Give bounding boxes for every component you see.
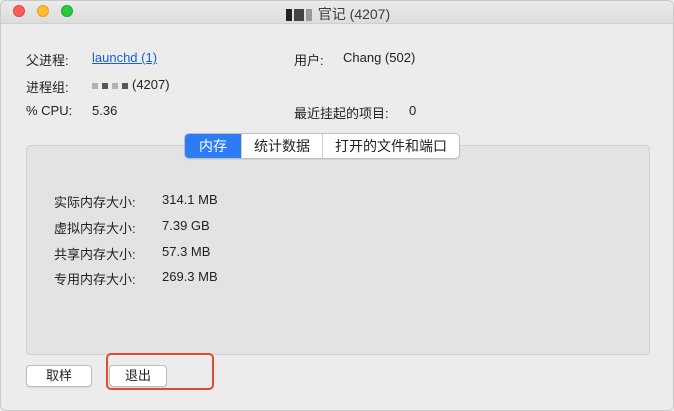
cpu-value: 5.36 — [92, 103, 118, 118]
virtual-memory-value: 7.39 GB — [162, 218, 210, 233]
recent-hangs-value: 0 — [409, 103, 417, 118]
user-value: Chang (502) — [343, 50, 416, 65]
process-group-label: 进程组: — [26, 80, 69, 95]
real-memory-value: 314.1 MB — [162, 192, 218, 207]
virtual-memory-label: 虚拟内存大小: — [54, 221, 136, 236]
shared-memory-value: 57.3 MB — [162, 244, 211, 259]
segmented-tabs: 内存 统计数据 打开的文件和端口 — [184, 133, 460, 159]
tab-statistics[interactable]: 统计数据 — [241, 134, 322, 158]
redacted-mark — [112, 82, 118, 89]
cpu-label: % CPU: — [26, 103, 73, 118]
process-group-id: (4207) — [132, 77, 170, 92]
real-memory-label: 实际内存大小: — [54, 195, 136, 210]
process-info-window: 官记 (4207) 父进程: launchd (1) 进程组: (4207) %… — [0, 0, 674, 411]
private-memory-value: 269.3 MB — [162, 269, 218, 284]
sample-button[interactable]: 取样 — [26, 365, 92, 387]
window-title-text: 官记 (4207) — [317, 6, 391, 22]
redacted-mark — [285, 9, 292, 22]
redacted-mark — [293, 9, 304, 22]
redacted-mark — [102, 82, 108, 89]
private-memory-label: 专用内存大小: — [54, 272, 136, 287]
redacted-mark — [305, 9, 312, 22]
parent-process-link[interactable]: launchd (1) — [92, 50, 157, 65]
tab-memory[interactable]: 内存 — [185, 134, 241, 158]
process-group-value: (4207) — [92, 77, 170, 92]
window-title: 官记 (4207) — [1, 4, 673, 24]
user-label: 用户: — [294, 53, 324, 68]
redacted-mark — [122, 82, 128, 89]
redacted-mark — [92, 82, 98, 89]
quit-button-highlight — [106, 353, 214, 390]
shared-memory-label: 共享内存大小: — [54, 247, 136, 262]
tab-open-files-ports[interactable]: 打开的文件和端口 — [322, 134, 459, 158]
title-bar: 官记 (4207) — [1, 1, 673, 24]
parent-process-label: 父进程: — [26, 53, 69, 68]
recent-hangs-label: 最近挂起的项目: — [294, 106, 389, 121]
